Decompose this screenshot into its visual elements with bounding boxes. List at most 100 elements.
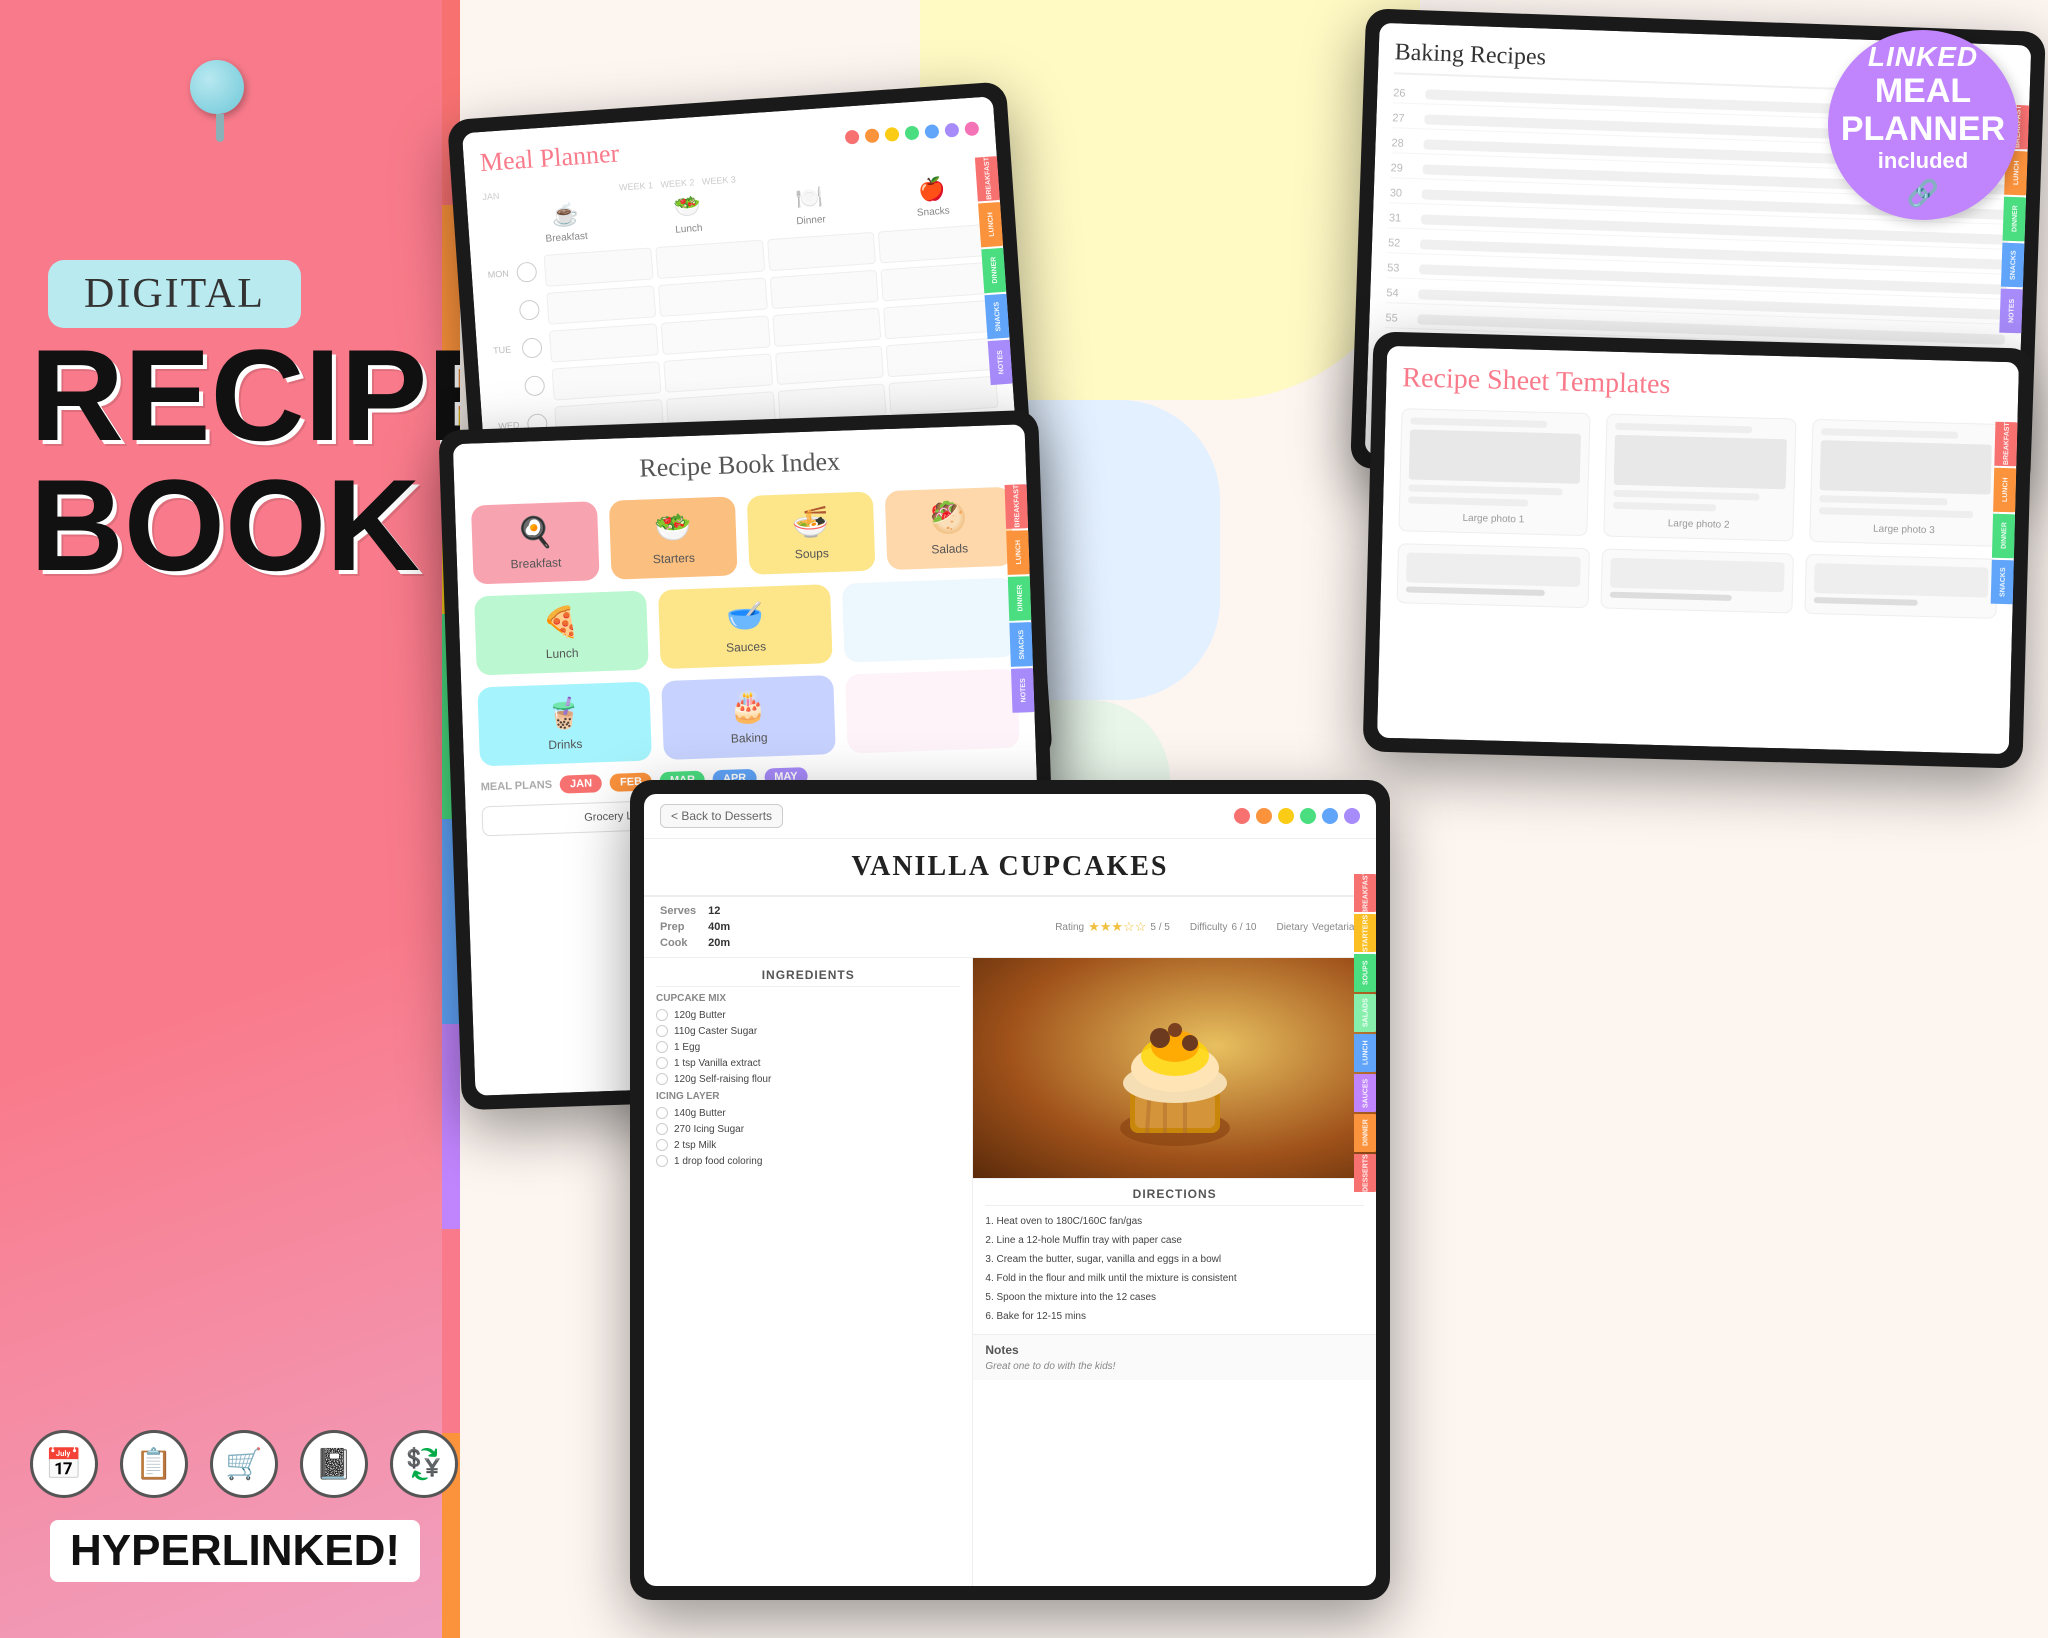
recipe-right-panel: DIRECTIONS 1. Heat oven to 180C/160C fan… [973,958,1376,1586]
difficulty-label: Difficulty [1190,922,1228,933]
meal-plans-label: MEAL PLANS [481,779,553,793]
index-tag-jan: Jan [560,774,603,793]
tab-notes[interactable]: NOTES [1999,289,2025,334]
idx-tab-snacks[interactable]: SNACKS [1009,622,1035,667]
template-6[interactable] [1804,554,1998,619]
template-label-3: Large photo 3 [1818,522,1990,537]
template-4[interactable] [1397,543,1591,608]
card-salads[interactable]: 🥙Salads [885,487,1014,570]
template-3[interactable]: Large photo 3 [1809,419,2001,547]
difficulty-item: Difficulty 6 / 10 [1190,922,1257,933]
linked-badge: LINKED MEAL PLANNER included 🔗 [1828,30,2018,220]
idx-tab-notes[interactable]: NOTES [1011,668,1037,713]
meta-grid: Serves 12 Prep 40m Cook 20m [660,905,730,949]
idx-tab-breakfast[interactable]: BREAKFAST [1005,484,1031,529]
pushpin-decoration [190,60,250,140]
left-panel: DIGITAL RECIPE BOOK 📅 📋 🛒 📓 💱 ⚖️ ✏️ HYPE… [0,0,460,1638]
card-more [842,578,1017,663]
mp-calendar-rows: MON TUE WED [487,224,999,442]
cup-tab-breakfast[interactable]: BREAKFAST [1354,874,1376,912]
col-lunch: Lunch [675,223,703,236]
icing-layer-label: ICING LAYER [656,1091,960,1102]
templates-title: Recipe Sheet Templates [1402,362,2003,410]
serves-label: Serves [660,905,696,917]
notebook-icon[interactable]: 📓 [300,1430,368,1498]
cook-value: 20m [708,937,730,949]
tmpl-tab-breakfast[interactable]: BREAKFAST [1994,422,2019,467]
back-to-desserts-button[interactable]: < Back to Desserts [660,804,783,828]
cook-label: Cook [660,937,696,949]
cup-tab-soups[interactable]: SOUPS [1354,954,1376,992]
template-5[interactable] [1600,548,1794,613]
cup-tab-starters[interactable]: STARTERS [1354,914,1376,952]
idx-tab-lunch[interactable]: LUNCH [1006,530,1032,575]
template-2[interactable]: Large photo 2 [1604,414,1796,542]
dir-2: 2. Line a 12-hole Muffin tray with paper… [985,1231,1364,1250]
list-icon[interactable]: 📋 [120,1430,188,1498]
directions-section: DIRECTIONS 1. Heat oven to 180C/160C fan… [973,1178,1376,1334]
cupcake-side-tabs: BREAKFAST STARTERS SOUPS SALADS LUNCH SA… [1354,874,1376,1192]
dietary-value: Vegetarian [1312,922,1360,933]
dot-1 [1234,808,1250,824]
tmpl-tab-dinner[interactable]: DINNER [1992,514,2017,559]
idx-tab-dinner[interactable]: DINNER [1008,576,1034,621]
card-sauces[interactable]: 🥣Sauces [658,584,833,669]
dir-3: 3. Cream the butter, sugar, vanilla and … [985,1250,1364,1269]
mp-tab-lunch[interactable]: LUNCH [978,202,1005,248]
card-starters[interactable]: 🥗Starters [609,496,738,579]
tab-snacks[interactable]: SNACKS [2001,243,2027,288]
mp-tab-dinner[interactable]: DINNER [981,248,1008,294]
mp-dots [845,121,980,144]
card-lunch[interactable]: 🍕Lunch [474,591,649,676]
ing-item: 120g Self-raising flour [656,1071,960,1087]
prep-value: 40m [708,921,730,933]
cupcake-image [973,958,1376,1178]
template-1[interactable]: Large photo 1 [1398,408,1590,536]
calendar-icon[interactable]: 📅 [30,1430,98,1498]
mp-tab-notes[interactable]: NOTES [988,340,1015,386]
card-soups[interactable]: 🍜Soups [747,492,876,575]
dir-5: 5. Spoon the mixture into the 12 cases [985,1288,1364,1307]
tmpl-tab-snacks[interactable]: SNACKS [1991,560,2016,605]
dietary-label: Dietary [1276,922,1308,933]
cup-tab-sauces[interactable]: SAUCES [1354,1074,1376,1112]
cart-icon[interactable]: 🛒 [210,1430,278,1498]
ing-item: 1 drop food coloring [656,1153,960,1169]
notes-section: Notes Great one to do with the kids! [973,1334,1376,1380]
cup-tab-desserts[interactable]: DESSERTS [1354,1154,1376,1192]
linked-text: LINKED [1868,41,1978,73]
mp-title: Meal Planner [479,138,620,178]
tmpl-tab-lunch[interactable]: LUNCH [1993,468,2018,513]
tab-dinner[interactable]: DINNER [2003,197,2029,242]
hyperlinked-label: HYPERLINKED! [50,1520,420,1582]
cup-tab-lunch[interactable]: LUNCH [1354,1034,1376,1072]
rating-label: Rating [1055,922,1084,933]
cupcake-mix-label: CUPCAKE MIX [656,993,960,1004]
stars: ★★★☆☆ [1088,919,1146,935]
dot-2 [1256,808,1272,824]
col-breakfast: Breakfast [545,231,588,245]
included-text: included [1878,148,1968,174]
card-drinks[interactable]: 🧋Drinks [477,681,652,766]
rating-item: Rating ★★★☆☆ 5 / 5 [1055,919,1170,935]
cup-tab-dinner[interactable]: DINNER [1354,1114,1376,1152]
mp-tab-breakfast[interactable]: BREAKFAST [975,156,1002,202]
cupcake-title: VANILLA CUPCAKES [656,851,1364,883]
col-dinner: Dinner [796,214,826,227]
ing-item: 1 Egg [656,1039,960,1055]
cup-tab-salads[interactable]: SALADS [1354,994,1376,1032]
card-breakfast[interactable]: 🍳Breakfast [471,501,600,584]
chain-icon: 🔗 [1907,178,1939,209]
mp-tab-snacks[interactable]: SNACKS [984,294,1011,340]
tablet-cupcake-recipe: < Back to Desserts VANILLA CUPCAKES Serv… [630,780,1390,1600]
dot-3 [1278,808,1294,824]
index-category-grid-2: 🍕Lunch 🥣Sauces [474,578,1016,676]
card-baking[interactable]: 🎂Baking [661,675,836,760]
directions-title: DIRECTIONS [985,1187,1364,1206]
cupcake-screen: < Back to Desserts VANILLA CUPCAKES Serv… [644,794,1376,1586]
dietary-item: Dietary Vegetarian [1276,922,1360,933]
prep-label: Prep [660,921,696,933]
exchange-icon[interactable]: 💱 [390,1430,458,1498]
dir-4: 4. Fold in the flour and milk until the … [985,1269,1364,1288]
index-title: Recipe Book Index [469,441,1010,490]
